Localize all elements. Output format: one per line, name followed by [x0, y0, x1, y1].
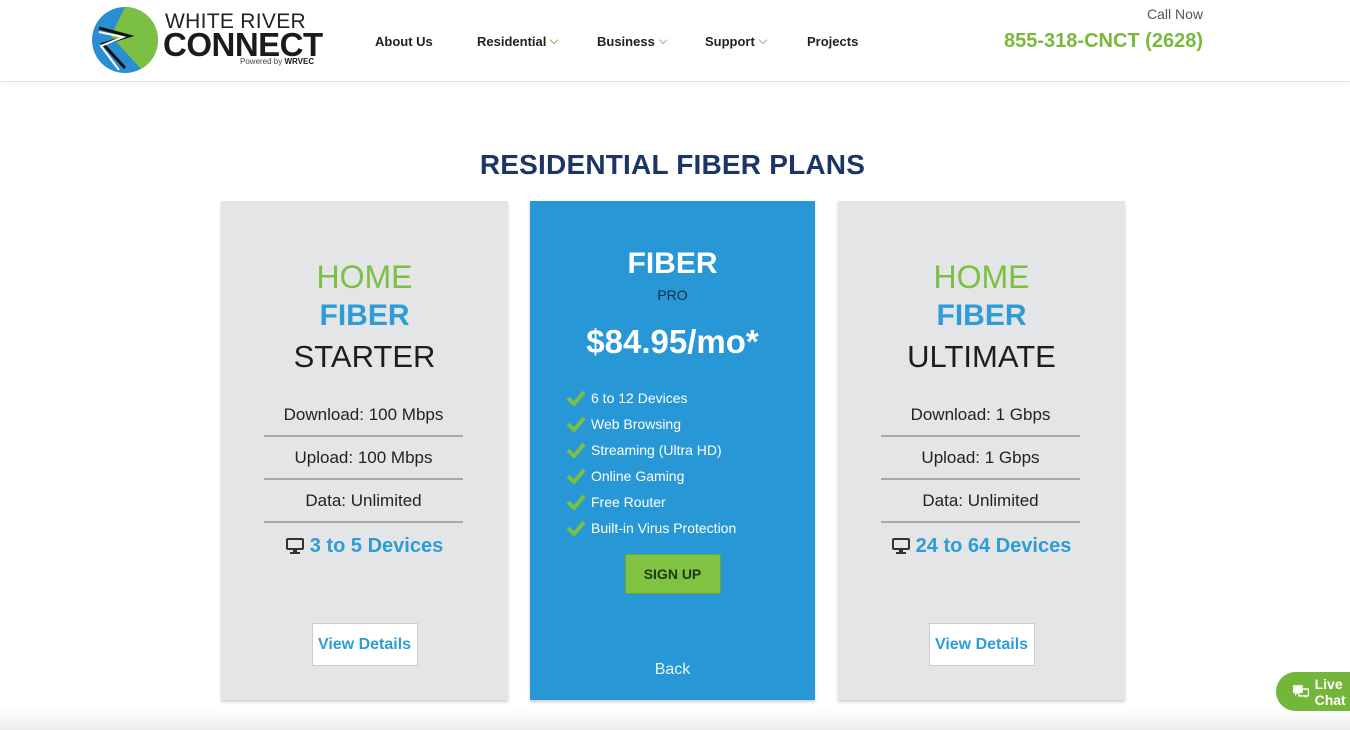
plan-subtitle: PRO	[657, 287, 688, 303]
page-title: RESIDENTIAL FIBER PLANS	[479, 149, 866, 180]
plan-card-pro: FIBER PRO $84.95/mo* 6 to 12 Devices Web…	[530, 201, 815, 700]
data-cap: Data: Unlimited	[305, 491, 422, 510]
feature-item: Online Gaming	[566, 463, 736, 489]
check-icon	[566, 442, 586, 458]
plan-name-line2: FIBER	[936, 299, 1027, 332]
nav-label: About Us	[375, 34, 433, 49]
device-count: 3 to 5 Devices	[221, 535, 508, 558]
plan-name-line1: HOME	[933, 259, 1030, 295]
live-chat-button[interactable]: Live Chat	[1276, 672, 1350, 711]
device-count-text: 24 to 64 Devices	[915, 535, 1072, 557]
device-count-text: 3 to 5 Devices	[309, 535, 444, 557]
chevron-down-icon	[658, 35, 668, 45]
download-speed: Download: 100 Mbps	[283, 405, 444, 424]
nav-residential[interactable]: Residential	[477, 34, 559, 49]
divider	[881, 435, 1080, 437]
view-details-button[interactable]: View Details	[311, 623, 418, 666]
nav-business[interactable]: Business	[597, 34, 668, 49]
nav-label: Business	[597, 34, 655, 49]
monitor-icon	[285, 538, 304, 554]
download-speed: Download: 1 Gbps	[910, 405, 1051, 424]
feature-item: Web Browsing	[566, 411, 736, 437]
logo-powered-by: Powered by WRVEC	[240, 57, 314, 66]
nav-label: Residential	[477, 34, 547, 49]
powered-by-brand: WRVEC	[284, 57, 315, 66]
plan-card-starter: HOME FIBER STARTER Download: 100 Mbps Up…	[221, 201, 508, 700]
plan-title: FIBER	[627, 247, 718, 280]
plan-name-line1: HOME	[316, 259, 413, 295]
feature-item: Streaming (Ultra HD)	[566, 437, 736, 463]
nav-projects[interactable]: Projects	[807, 34, 858, 49]
call-now-label: Call Now	[1146, 6, 1203, 22]
nav-label: Projects	[807, 34, 859, 49]
feature-text: Free Router	[591, 494, 666, 510]
device-count: 24 to 64 Devices	[838, 535, 1125, 558]
page-bottom-fade	[0, 708, 1350, 730]
feature-text: Streaming (Ultra HD)	[591, 442, 722, 458]
monitor-icon	[891, 538, 910, 554]
check-icon	[566, 416, 586, 432]
powered-by-label: Powered by	[240, 57, 283, 66]
logo-mark-icon	[92, 7, 159, 73]
upload-speed: Upload: 100 Mbps	[294, 448, 433, 467]
check-icon	[566, 468, 586, 484]
feature-item: 6 to 12 Devices	[566, 385, 736, 411]
chat-bubbles-icon	[1293, 684, 1309, 699]
nav-about-us[interactable]: About Us	[375, 34, 433, 49]
check-icon	[566, 494, 586, 510]
nav-support[interactable]: Support	[705, 34, 768, 49]
check-icon	[566, 390, 586, 406]
feature-item: Built-in Virus Protection	[566, 515, 736, 541]
upload-speed: Upload: 1 Gbps	[921, 448, 1040, 467]
phone-link[interactable]: 855-318-CNCT (2628)	[1004, 30, 1203, 53]
plan-name-line3: STARTER	[293, 339, 436, 374]
logo[interactable]: WHITE RIVER CONNECT Powered by WRVEC	[91, 6, 331, 76]
divider	[264, 435, 463, 437]
sign-up-button[interactable]: SIGN UP	[624, 554, 721, 594]
feature-text: Online Gaming	[591, 468, 685, 484]
plan-name-line3: ULTIMATE	[907, 339, 1056, 374]
chevron-down-icon	[758, 35, 768, 45]
chevron-down-icon	[550, 35, 559, 45]
feature-text: Built-in Virus Protection	[591, 520, 737, 536]
site-header: WHITE RIVER CONNECT Powered by WRVEC Abo…	[0, 0, 1350, 82]
live-chat-label: Live Chat	[1314, 675, 1346, 708]
feature-text: 6 to 12 Devices	[591, 390, 688, 406]
plan-price: $84.95/mo*	[586, 323, 759, 360]
divider	[264, 521, 463, 523]
view-details-button[interactable]: View Details	[928, 623, 1035, 666]
divider	[881, 521, 1080, 523]
divider	[264, 478, 463, 480]
back-link[interactable]: Back	[530, 661, 815, 679]
data-cap: Data: Unlimited	[922, 491, 1039, 510]
check-icon	[566, 520, 586, 536]
nav-label: Support	[705, 34, 755, 49]
plan-name-line2: FIBER	[319, 299, 410, 332]
feature-text: Web Browsing	[591, 416, 682, 432]
feature-item: Free Router	[566, 489, 736, 515]
feature-list: 6 to 12 Devices Web Browsing Streaming (…	[566, 385, 736, 541]
plan-card-ultimate: HOME FIBER ULTIMATE Download: 1 Gbps Upl…	[838, 201, 1125, 700]
divider	[881, 478, 1080, 480]
